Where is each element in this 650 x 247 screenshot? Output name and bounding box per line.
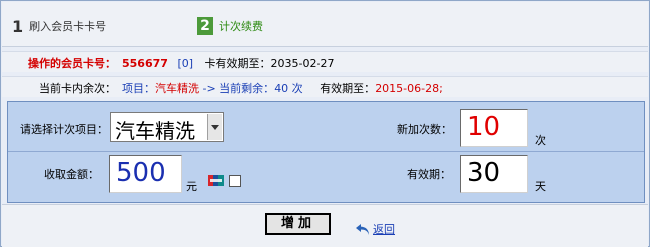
form-divider — [8, 151, 644, 152]
step-1-label: 刷入会员卡卡号 — [29, 20, 107, 33]
validity-input[interactable]: 30 — [460, 155, 528, 193]
remaining-label: 当前卡内余次： — [39, 82, 116, 95]
remaining-item: 汽车精洗 — [155, 82, 199, 95]
back-link[interactable]: 返回 — [373, 221, 395, 237]
step-header: 1 刷入会员卡卡号 2 计次续费 — [2, 2, 648, 47]
remaining-prefix: 项目： — [122, 82, 155, 95]
add-count-input[interactable]: 10 — [460, 109, 528, 147]
back-arrow-icon[interactable] — [354, 223, 372, 237]
validity-unit: 天 — [535, 180, 546, 193]
amount-label: 收取金额： — [44, 168, 99, 181]
card-info-value: 556677 [0] 卡有效期至：2035-02-27 — [122, 55, 334, 71]
item-select[interactable]: 汽车精洗 — [110, 112, 224, 143]
step-1-number: 1 — [12, 16, 24, 36]
action-bar: 增加 返回 — [2, 204, 648, 247]
add-count-unit: 次 — [535, 134, 546, 147]
remaining-row: 当前卡内余次： 项目：汽车精洗 -> 当前剩余：40 次 有效期至：2015-0… — [2, 76, 648, 97]
card-info-row: 操作的会员卡号： 556677 [0] 卡有效期至：2035-02-27 — [2, 51, 648, 72]
card-expiry-label: 卡有效期至： — [204, 57, 271, 70]
card-number-label: 操作的会员卡号： — [28, 57, 116, 70]
step-2-label: 计次续费 — [219, 20, 263, 33]
remaining-expiry: 2015-06-28 — [375, 82, 440, 95]
remaining-count: 40 次 — [274, 82, 303, 95]
unionpay-card-icon — [208, 175, 224, 186]
add-button[interactable]: 增加 — [265, 213, 331, 235]
card-payment-checkbox[interactable] — [229, 175, 241, 187]
back-link-group[interactable]: 返回 — [354, 213, 395, 237]
remaining-value: 项目：汽车精洗 -> 当前剩余：40 次 有效期至：2015-06-28; — [122, 80, 443, 96]
step-2-number: 2 — [197, 17, 213, 35]
validity-label: 有效期： — [407, 168, 451, 181]
amount-input[interactable]: 500 — [109, 155, 182, 193]
chevron-down-icon[interactable] — [207, 114, 222, 140]
member-renew-panel: 1 刷入会员卡卡号 2 计次续费 操作的会员卡号： 556677 [0] 卡有效… — [0, 0, 650, 247]
step-1: 1 刷入会员卡卡号 — [12, 16, 106, 36]
step-2: 2 计次续费 — [197, 16, 263, 36]
remaining-expiry-label: 有效期至： — [320, 82, 376, 95]
remaining-arrow: -> 当前剩余： — [199, 82, 275, 95]
amount-unit: 元 — [186, 180, 197, 193]
renew-form: 请选择计次项目： 汽车精洗 新加次数： 10 次 收取金额： 500 元 有效期… — [7, 101, 645, 203]
card-number: 556677 — [122, 57, 168, 70]
card-expiry: 2035-02-27 — [270, 57, 335, 70]
add-count-label: 新加次数： — [397, 123, 452, 136]
card-bracket: [0] — [177, 57, 194, 70]
item-label: 请选择计次项目： — [20, 123, 108, 136]
item-select-value: 汽车精洗 — [115, 119, 195, 143]
remaining-expiry-suffix: ; — [439, 82, 443, 95]
